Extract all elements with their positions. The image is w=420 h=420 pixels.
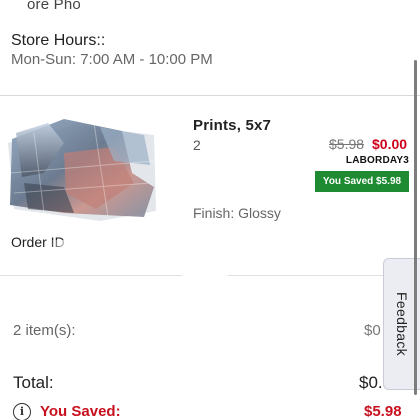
total-label: Total:: [13, 373, 54, 392]
item-final-price: $0.00: [372, 136, 408, 152]
saved-badge: You Saved $5.98: [315, 171, 409, 192]
scrollbar[interactable]: [414, 60, 417, 395]
item-original-price: $5.98: [329, 136, 365, 152]
store-name-partial: ore Pho: [27, 0, 81, 13]
you-saved-label: You Saved:: [40, 403, 121, 420]
store-hours-title: Store Hours::: [11, 32, 106, 49]
item-quantity: 2: [193, 137, 201, 153]
store-hours-value: Mon-Sun: 7:00 AM - 10:00 PM: [11, 51, 213, 68]
order-id-redaction: [52, 240, 102, 254]
item-finish: Finish: Glossy: [193, 205, 281, 221]
info-icon[interactable]: i: [13, 403, 31, 420]
section-divider: [0, 95, 420, 96]
photo-print-image: [8, 119, 156, 221]
items-count-label: 2 item(s):: [13, 322, 76, 339]
divider-gap: [182, 270, 228, 280]
items-subtotal: $0: [364, 322, 381, 339]
product-thumbnail[interactable]: [4, 113, 160, 225]
promo-code: LABORDAY3: [345, 155, 409, 166]
item-name[interactable]: Prints, 5x7: [193, 117, 271, 134]
total-value: $0.: [359, 373, 383, 392]
you-saved-value: $5.98: [364, 403, 402, 420]
feedback-label: Feedback: [394, 292, 410, 356]
